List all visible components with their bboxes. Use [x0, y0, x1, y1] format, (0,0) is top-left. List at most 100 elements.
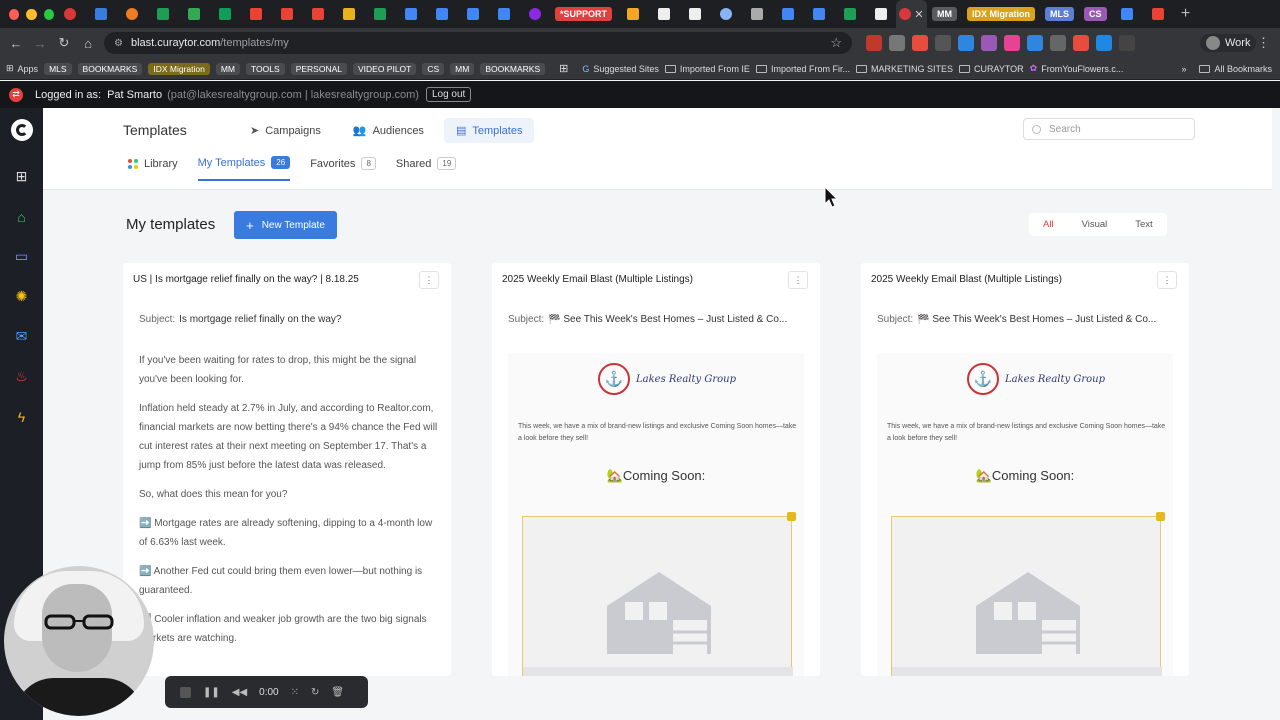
bookmark-chip[interactable]: MLS [44, 62, 72, 75]
extension-icon[interactable] [912, 35, 928, 51]
browser-tab[interactable] [710, 0, 741, 28]
logout-button[interactable]: Log out [425, 87, 472, 102]
tab-library[interactable]: Library [128, 156, 178, 181]
template-card[interactable]: 2025 Weekly Email Blast (Multiple Listin… [492, 263, 820, 676]
browser-tab[interactable] [648, 0, 679, 28]
nav-audiences[interactable]: 👥 Audiences [341, 118, 436, 143]
bookmark-chip[interactable]: IDX Migration [148, 62, 210, 75]
extension-icon[interactable] [1119, 35, 1135, 51]
extension-icon[interactable] [1050, 35, 1066, 51]
browser-tab-mm[interactable]: MM [927, 0, 962, 28]
tab-favorites[interactable]: Favorites 8 [310, 156, 376, 181]
browser-tab[interactable] [395, 0, 426, 28]
bookmark-chip[interactable]: BOOKMARKS [77, 62, 143, 75]
close-window-button[interactable] [9, 8, 20, 20]
mail-icon[interactable]: ✉ [13, 328, 30, 345]
browser-tab-active[interactable]: ✕ [896, 0, 928, 28]
bookmark-folder[interactable]: Imported From Fir... [755, 64, 850, 74]
browser-tab[interactable] [85, 0, 116, 28]
all-bookmarks[interactable]: » All Bookmarks [1181, 64, 1280, 74]
browser-tab[interactable] [240, 0, 271, 28]
monitor-icon[interactable]: ▭ [13, 248, 30, 265]
browser-tab[interactable] [1112, 0, 1143, 28]
browser-tab[interactable] [333, 0, 364, 28]
more-options-icon[interactable]: ⋮ [419, 271, 439, 289]
browser-tab-mls[interactable]: MLS [1040, 0, 1079, 28]
browser-tab[interactable] [54, 0, 85, 28]
browser-tab-cs[interactable]: CS [1079, 0, 1112, 28]
extension-icon[interactable] [866, 35, 882, 51]
grid-icon[interactable]: ⊞ [559, 62, 568, 75]
browser-tab[interactable] [147, 0, 178, 28]
bookmark-folder[interactable]: G Suggested Sites [582, 64, 659, 74]
browser-tab[interactable] [178, 0, 209, 28]
extension-icon[interactable] [1073, 35, 1089, 51]
more-options-icon[interactable]: ⋮ [788, 271, 808, 289]
apps-grid-icon[interactable]: ⊞ [13, 168, 30, 185]
browser-tab[interactable] [302, 0, 333, 28]
browser-tab[interactable] [426, 0, 457, 28]
bookmark-link[interactable]: ✿ FromYouFlowers.c... [1030, 63, 1124, 74]
browser-tab[interactable] [772, 0, 803, 28]
browser-tab[interactable] [488, 0, 519, 28]
stop-icon[interactable] [180, 686, 191, 698]
bookmark-chip[interactable]: CS [422, 62, 445, 75]
extension-icon[interactable] [1027, 35, 1043, 51]
search-input[interactable]: Search [1023, 118, 1195, 140]
bookmark-chip[interactable]: BOOKMARKS [480, 62, 546, 75]
browser-tab[interactable] [116, 0, 147, 28]
browser-tab[interactable] [834, 0, 865, 28]
more-options-icon[interactable]: ⋮ [1157, 271, 1177, 289]
curaytor-logo-icon[interactable] [11, 119, 33, 141]
rewind-icon[interactable]: ◀◀ [232, 687, 247, 698]
bookmark-folder[interactable]: CURAYTOR [958, 64, 1024, 74]
browser-tab[interactable] [209, 0, 240, 28]
profile-button[interactable]: Work [1200, 34, 1257, 52]
template-card[interactable]: US | Is mortgage relief finally on the w… [123, 263, 451, 676]
tab-shared[interactable]: Shared 19 [396, 156, 457, 181]
browser-tab[interactable] [271, 0, 302, 28]
template-card[interactable]: 2025 Weekly Email Blast (Multiple Listin… [861, 263, 1189, 676]
browser-tab[interactable] [741, 0, 772, 28]
back-arrow-icon[interactable]: ← [4, 36, 28, 51]
nav-campaigns[interactable]: ➤ Campaigns [238, 118, 333, 143]
browser-tab[interactable] [803, 0, 834, 28]
browser-tab[interactable] [865, 0, 896, 28]
bookmark-star-icon[interactable]: ☆ [830, 35, 842, 51]
extension-icon[interactable] [889, 35, 905, 51]
new-template-button[interactable]: + New Template [234, 211, 337, 239]
tab-my-templates[interactable]: My Templates 26 [197, 156, 291, 181]
filter-text[interactable]: Text [1121, 213, 1166, 236]
browser-tab[interactable] [364, 0, 395, 28]
bookmark-chip[interactable]: VIDEO PILOT [352, 62, 417, 75]
site-info-icon[interactable]: ⚙ [114, 38, 123, 49]
bookmark-chip[interactable]: MM [450, 62, 475, 75]
minimize-window-button[interactable] [26, 8, 37, 20]
nav-templates[interactable]: ▤ Templates [443, 118, 535, 143]
close-tab-icon[interactable]: ✕ [911, 8, 923, 21]
browser-tab[interactable] [457, 0, 488, 28]
forward-arrow-icon[interactable]: → [28, 36, 52, 51]
home-icon[interactable]: ⌂ [76, 36, 100, 51]
filter-visual[interactable]: Visual [1068, 213, 1122, 236]
maximize-window-button[interactable] [43, 8, 54, 20]
bookmark-folder[interactable]: Imported From IE [664, 64, 750, 74]
pause-icon[interactable]: ❚❚ [203, 687, 220, 698]
extension-icon[interactable] [1096, 35, 1112, 51]
browser-tab-idx[interactable]: IDX Migration [962, 0, 1040, 28]
browser-menu-icon[interactable]: ⋮ [1257, 35, 1270, 51]
restart-icon[interactable]: ↻ [311, 687, 319, 698]
lightbulb-icon[interactable]: ✺ [13, 288, 30, 305]
browser-tab[interactable] [519, 0, 550, 28]
extension-icon[interactable] [1004, 35, 1020, 51]
filter-all[interactable]: All [1029, 213, 1068, 236]
reload-icon[interactable]: ↻ [52, 35, 76, 51]
flame-icon[interactable]: ♨ [13, 368, 30, 385]
bookmark-chip[interactable]: PERSONAL [290, 62, 347, 75]
address-bar[interactable]: ⚙ blast.curaytor.com/templates/my ☆ [104, 32, 852, 54]
browser-tab[interactable] [617, 0, 648, 28]
browser-tab[interactable] [679, 0, 710, 28]
extension-icon[interactable] [981, 35, 997, 51]
grid-icon[interactable]: ⁙ [291, 687, 299, 698]
new-tab-button[interactable]: + [1174, 5, 1198, 23]
